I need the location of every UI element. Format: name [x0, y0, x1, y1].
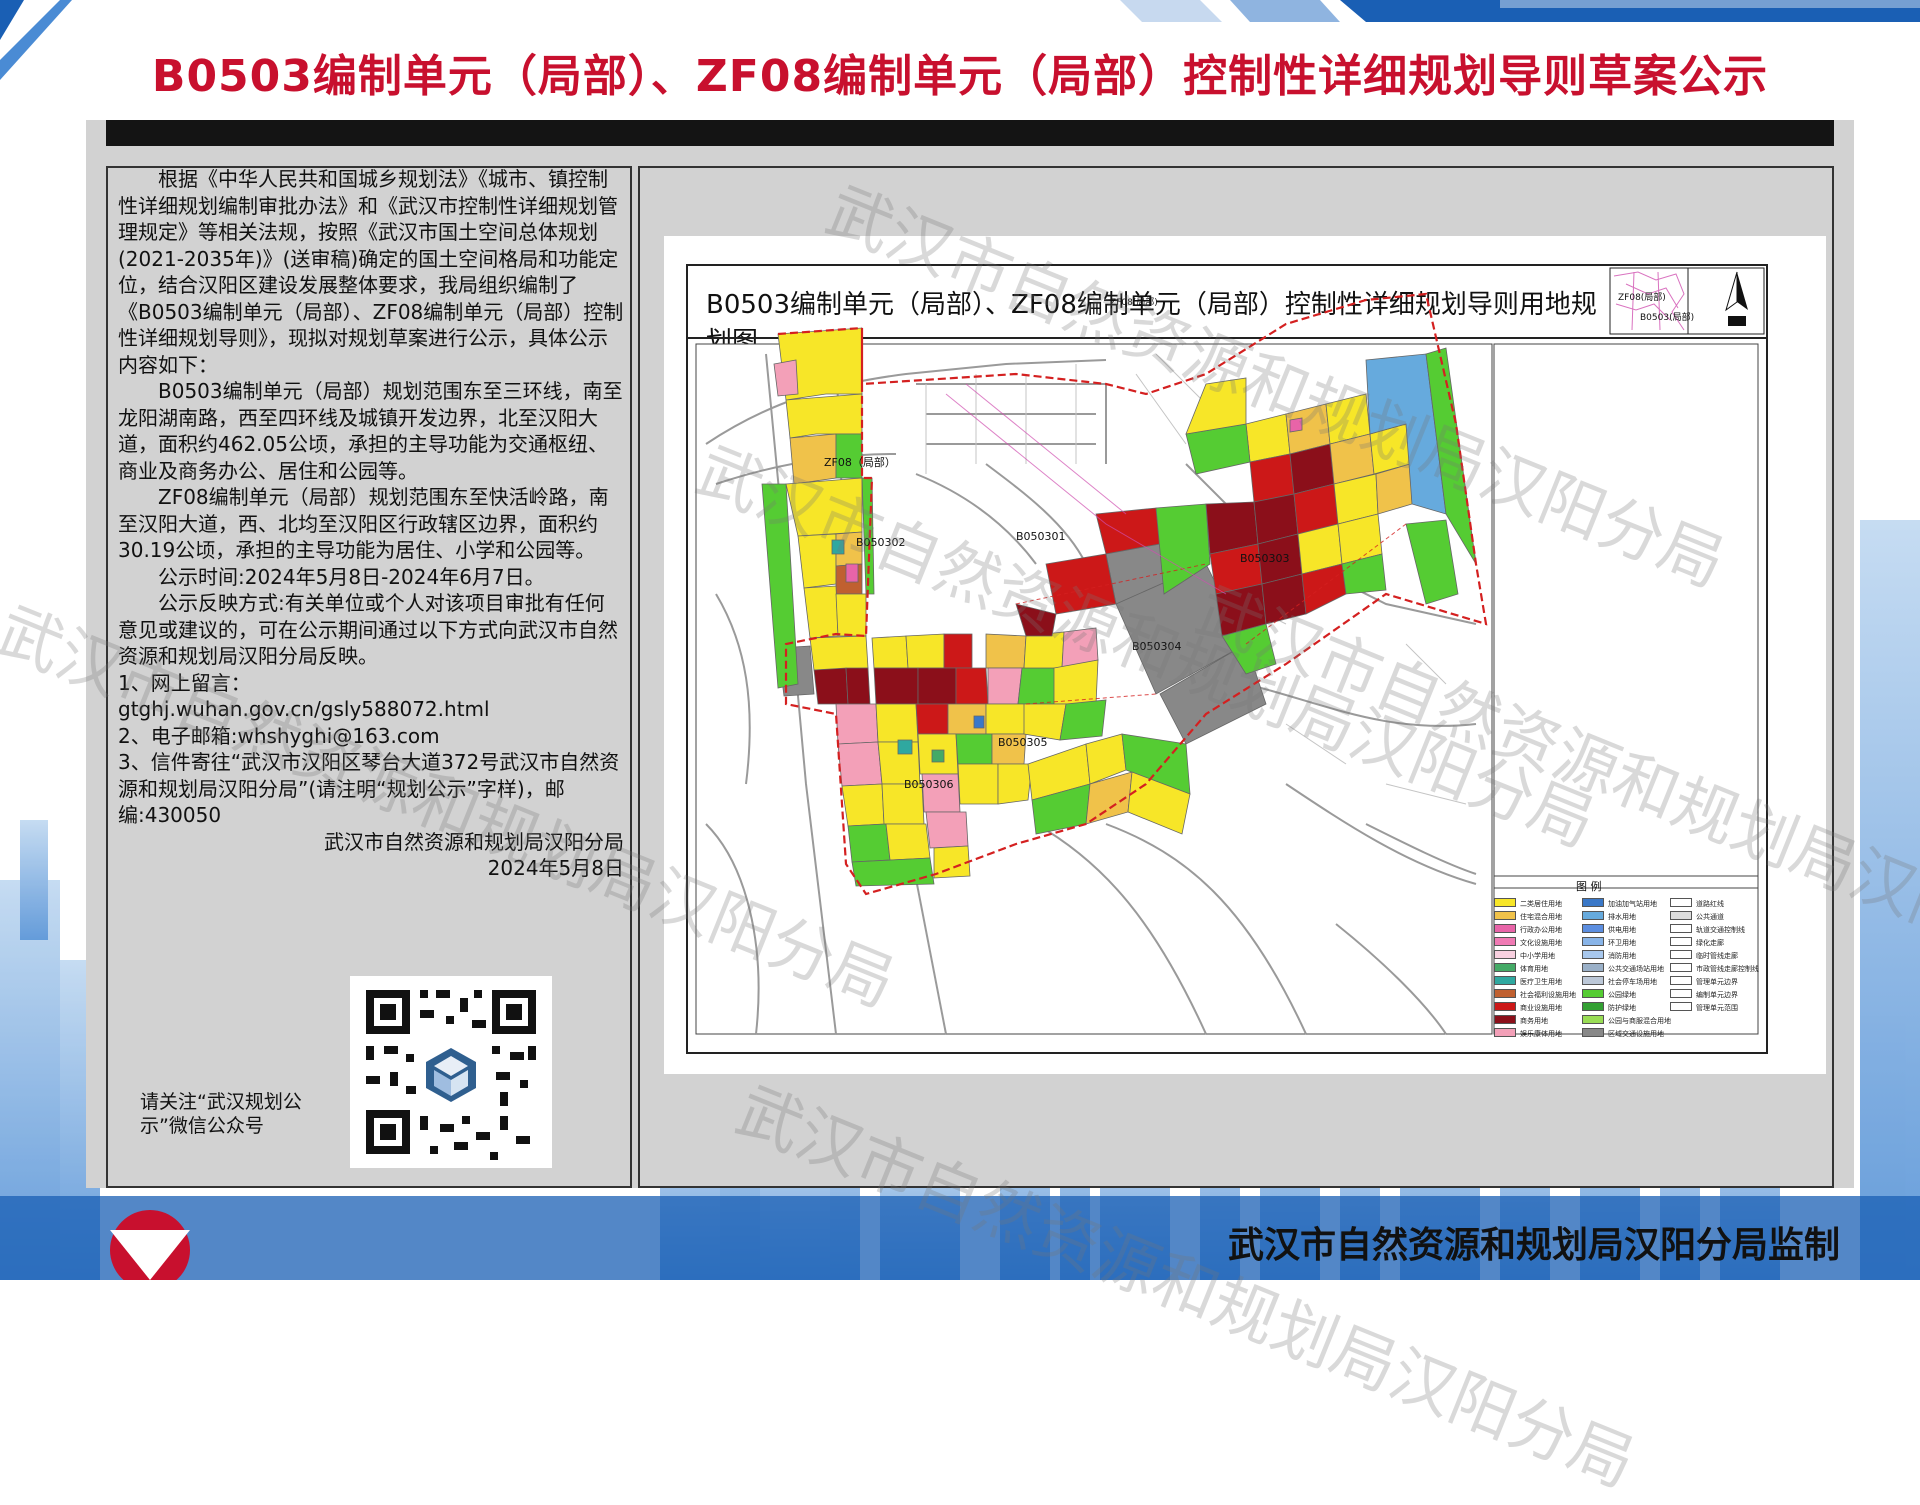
inset-label: B0503(局部)	[1640, 313, 1695, 323]
legend-label: 娱乐康体用地	[1520, 1030, 1562, 1038]
legend-swatch	[1582, 950, 1604, 959]
legend-swatch	[1670, 911, 1692, 920]
inset-label: ZF08(局部)	[1618, 293, 1666, 303]
legend-label: 社会停车场用地	[1608, 978, 1657, 986]
legend-label: 加油加气站用地	[1608, 900, 1657, 908]
legend-swatch	[1582, 963, 1604, 972]
legend-title: 图 例	[1576, 880, 1602, 893]
map-legend: 二类居住用地 住宅混合用地 行政办公用地 文化设施用地 中小学用地 体育用地 医疗卫生用地社…	[1494, 898, 1759, 1046]
legend-label: 轨道交通控制线	[1696, 926, 1745, 934]
notice-paragraph: ZF08编制单元（局部）规划范围东至快活岭路，南至汉阳大道，西、北均至汉阳区行政…	[118, 485, 609, 562]
legend-swatch	[1582, 911, 1604, 920]
legend-swatch	[1670, 1002, 1692, 1011]
legend-swatch	[1582, 898, 1604, 907]
page-title: B0503编制单元（局部）、ZF08编制单元（局部）控制性详细规划导则草案公示	[151, 51, 1769, 102]
notice-paragraph: B0503编制单元（局部）规划范围东至三环线，南至龙阳湖南路，西至四环线及城镇开…	[118, 379, 623, 483]
legend-swatch	[1582, 1028, 1604, 1037]
legend-swatch	[1494, 1002, 1516, 1011]
legend-swatch	[1494, 989, 1516, 998]
legend-swatch	[1494, 963, 1516, 972]
legend-swatch	[1582, 976, 1604, 985]
legend-swatch	[1670, 963, 1692, 972]
legend-label: 文化设施用地	[1520, 939, 1562, 947]
legend-label: 二类居住用地	[1520, 900, 1562, 908]
legend-label: 社会福利设施用地	[1520, 991, 1576, 999]
legend-swatch	[1494, 898, 1516, 907]
legend-label: 编制单元边界	[1696, 991, 1738, 999]
legend-swatch	[1670, 950, 1692, 959]
legend-swatch	[1582, 1015, 1604, 1024]
qr-code[interactable]	[350, 976, 552, 1168]
footer-credit: 武汉市自然资源和规划局汉阳分局监制	[1227, 1225, 1840, 1266]
legend-label: 公共通道	[1696, 913, 1724, 921]
legend-swatch	[1494, 950, 1516, 959]
legend-label: 绿化走廊	[1696, 939, 1724, 947]
legend-swatch	[1582, 924, 1604, 933]
legend-label: 消防用地	[1608, 952, 1636, 960]
legend-label: 道路红线	[1696, 900, 1724, 908]
legend-label: 防护绿地	[1608, 1004, 1636, 1012]
legend-label: 管理单元边界	[1696, 978, 1738, 986]
board-top-bar	[106, 120, 1834, 146]
legend-label: 中小学用地	[1520, 952, 1555, 960]
legend-label: 市政管线走廊控制线	[1696, 965, 1759, 973]
legend-label: 排水用地	[1608, 913, 1636, 921]
legend-label: 商业设施用地	[1520, 1004, 1562, 1012]
legend-swatch	[1670, 976, 1692, 985]
legend-swatch	[1494, 976, 1516, 985]
unit-label: B050306	[904, 778, 954, 791]
legend-label: 医疗卫生用地	[1520, 978, 1562, 986]
legend-label: 行政办公用地	[1520, 926, 1562, 934]
legend-swatch	[1494, 1015, 1516, 1024]
legend-swatch	[1494, 1028, 1516, 1037]
top-stripes	[1120, 0, 1920, 22]
legend-swatch	[1494, 937, 1516, 946]
legend-swatch	[1670, 937, 1692, 946]
unit-label: B050303	[1240, 552, 1290, 565]
legend-label: 商务用地	[1520, 1017, 1548, 1025]
legend-label: 供电用地	[1608, 926, 1636, 934]
legend-swatch	[1670, 898, 1692, 907]
legend-swatch	[1582, 1002, 1604, 1011]
legend-swatch	[1582, 989, 1604, 998]
legend-label: 临时管线走廊	[1696, 952, 1738, 960]
notice-paragraph: 公示时间:2024年5月8日-2024年6月7日。	[158, 564, 545, 589]
legend-label: 公共交通场站用地	[1608, 965, 1664, 973]
unit-label: B050305	[998, 736, 1048, 749]
legend-label: 公园与商服混合用地	[1608, 1017, 1671, 1025]
qr-caption: 请关注“武汉规划公示”微信公众号	[140, 1091, 302, 1137]
legend-swatch	[1670, 924, 1692, 933]
legend-swatch	[1582, 937, 1604, 946]
unit-label: B050301	[1016, 530, 1066, 543]
legend-label: 管理单元范围	[1696, 1004, 1738, 1012]
legend-label: 区域交通设施用地	[1608, 1030, 1664, 1038]
legend-label: 环卫用地	[1608, 939, 1636, 947]
legend-swatch	[1670, 989, 1692, 998]
legend-swatch	[1494, 911, 1516, 920]
north-arrow-icon	[1725, 271, 1748, 326]
legend-label: 体育用地	[1520, 965, 1548, 973]
legend-label: 住宅混合用地	[1520, 913, 1562, 921]
legend-label: 公园绿地	[1608, 991, 1636, 999]
legend-swatch	[1494, 924, 1516, 933]
notice-paragraph: 根据《中华人民共和国城乡规划法》《城市、镇控制性详细规划编制审批办法》和《武汉市…	[118, 167, 624, 377]
